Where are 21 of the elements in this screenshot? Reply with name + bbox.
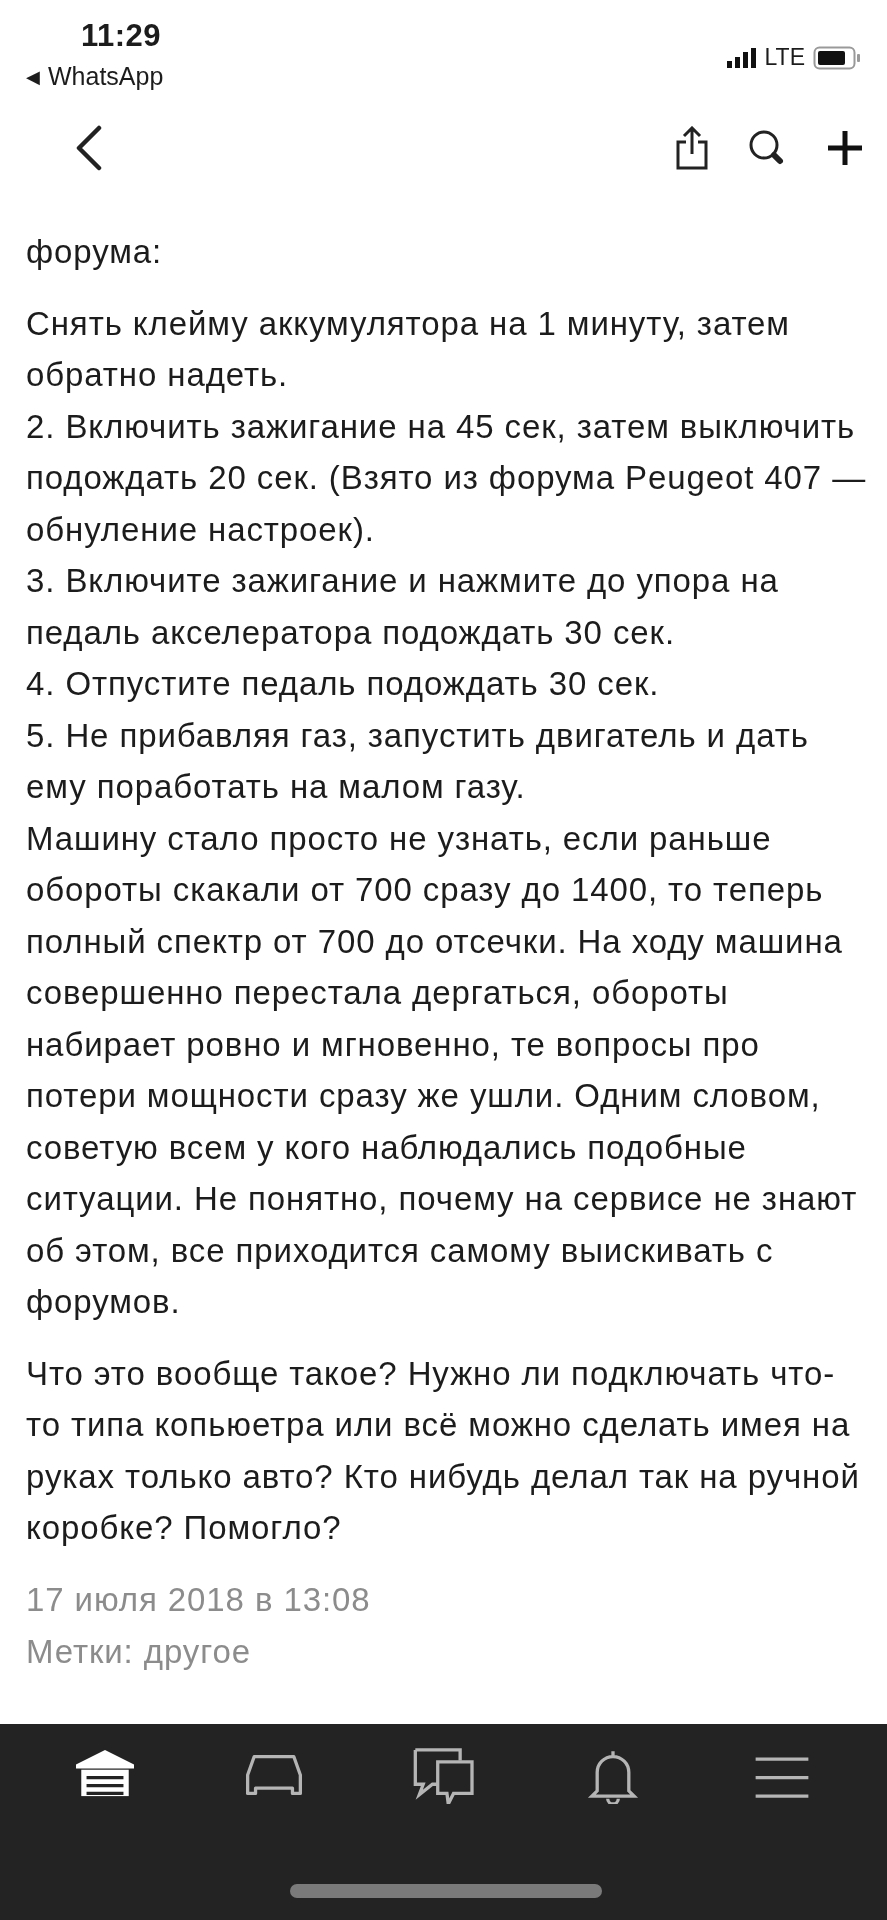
back-arrow: ◀ xyxy=(26,65,40,88)
chat-icon xyxy=(411,1745,476,1804)
network-label: LTE xyxy=(764,44,805,71)
add-icon[interactable] xyxy=(825,128,865,168)
post-text: 5. Не прибавляя газ, запустить двигатель и дать ему поработать на малом газу. xyxy=(26,715,810,807)
status-time: 11:29 xyxy=(81,18,163,54)
post-text: 3. Включите зажигание и нажмите до упора на педаль акселератора подождать 30 сек. xyxy=(26,561,780,653)
battery-icon xyxy=(813,45,861,70)
post-text: Машину стало просто не узнать, если раньше обороты скакали от 700 сразу до 1400, то теперь полный спектр от 700 до отсечки. На ходу машина совершенно перестала дергаться, обороты набирает ровно и мгновенно, те вопросы про потери мощности сразу же ушли. Одним словом, советую всем у кого наблюдались подобные ситуации. Не понятно, почему на сервисе не знают об этом, все приходится самому выискивать с форумов. xyxy=(26,818,859,1322)
post-tags: Метки: другое xyxy=(26,1625,867,1678)
post-date: 17 июля 2018 в 13:08 xyxy=(26,1579,372,1620)
post-text: 2. Включить зажигание на 45 сек, затем выключить подождать 20 сек. (Взято из форума Peugeot 407 — обнуление настроек). xyxy=(26,406,867,550)
back-app-label: WhatsApp xyxy=(48,62,164,91)
share-icon[interactable] xyxy=(675,126,709,170)
post-text: Что это вообще такое? Нужно ли подключать что-то типа копьюетра или всё можно сделать имея на руках только авто? Кто нибудь делал так на ручной коробке? Помогло? xyxy=(26,1353,861,1548)
post-text: форума: xyxy=(26,232,164,272)
post-text: 4. Отпустите педаль подождать 30 сек. xyxy=(26,664,661,704)
signal-icon xyxy=(726,47,757,68)
back-to-app-link[interactable]: ◀ WhatsApp xyxy=(26,62,164,91)
back-icon[interactable] xyxy=(74,125,104,171)
post-text: Снять клейму аккумулятора на 1 минуту, затем обратно надеть. xyxy=(26,303,791,395)
